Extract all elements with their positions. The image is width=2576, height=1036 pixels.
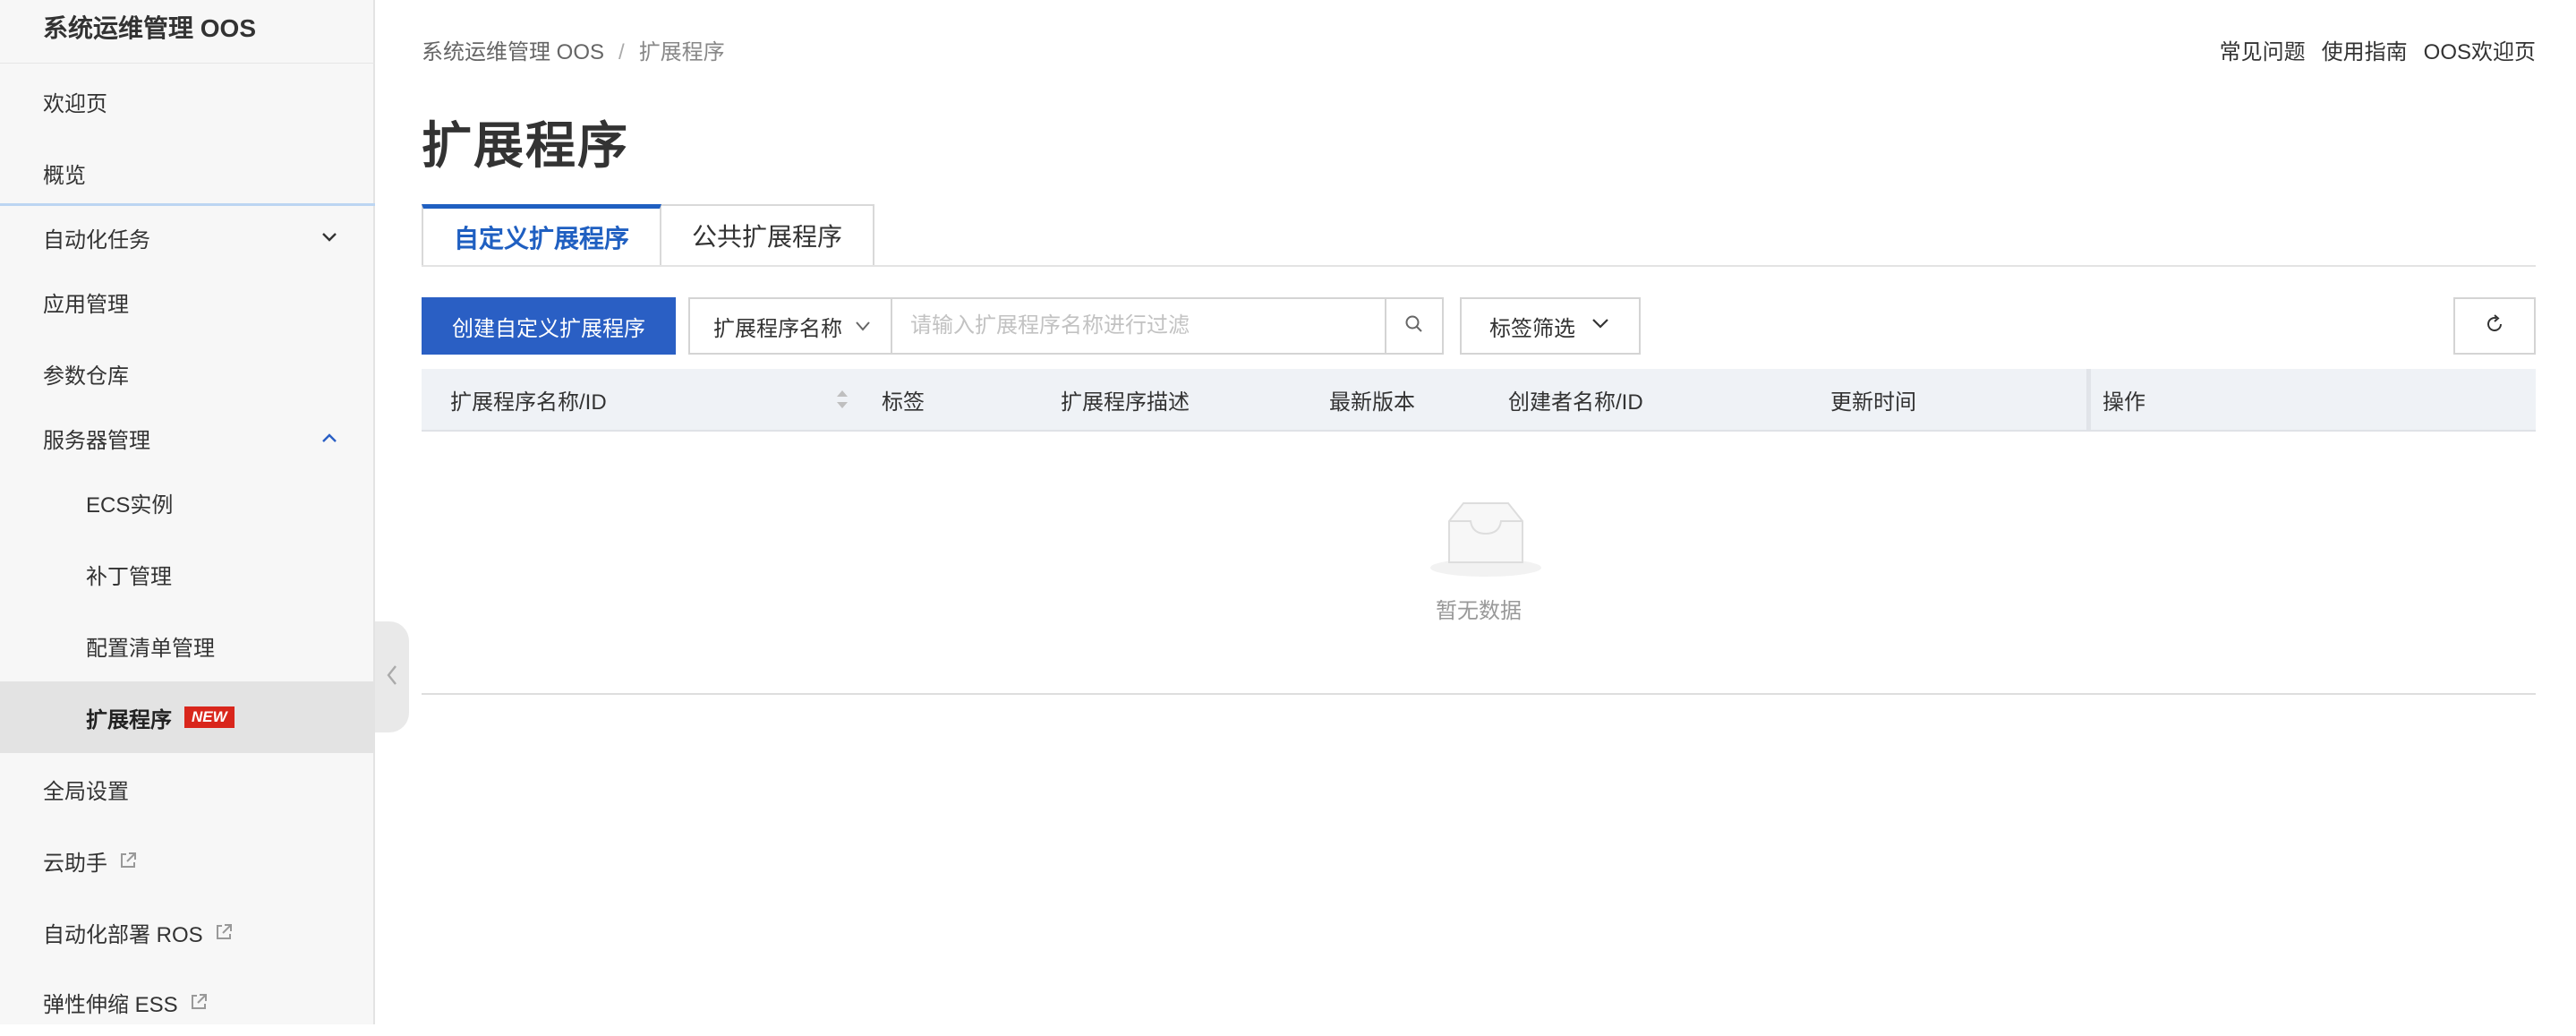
sidebar-item-server-management[interactable]: 服务器管理 — [0, 402, 373, 474]
filter-field-select[interactable]: 扩展程序名称 — [688, 297, 891, 355]
external-link-icon — [214, 922, 234, 942]
sidebar: 系统运维管理 OOS 欢迎页 概览 自动化任务 应用管理 参数仓库 服务器管理 … — [0, 0, 375, 1024]
refresh-button[interactable] — [2453, 297, 2536, 355]
column-header-name[interactable]: 扩展程序名称/ID — [450, 369, 607, 430]
tab-custom-extensions[interactable]: 自定义扩展程序 — [422, 204, 662, 267]
sidebar-item-welcome[interactable]: 欢迎页 — [0, 65, 373, 137]
column-header-description: 扩展程序描述 — [1061, 390, 1190, 415]
sidebar-item-label: 补丁管理 — [86, 564, 172, 589]
chevron-up-icon — [318, 426, 341, 450]
column-header-actions: 操作 — [2103, 390, 2145, 415]
main-content: 系统运维管理 OOS / 扩展程序 常见问题 使用指南 OOS欢迎页 扩展程序 自定… — [422, 0, 2536, 1024]
sidebar-item-global-settings[interactable]: 全局设置 — [0, 753, 373, 825]
sidebar-item-label: 扩展程序 — [86, 707, 172, 732]
sidebar-item-label: 概览 — [43, 163, 86, 188]
sidebar-item-label: 自动化任务 — [43, 227, 150, 253]
empty-state: 暂无数据 — [422, 433, 2536, 695]
tag-filter-dropdown[interactable]: 标签筛选 — [1460, 297, 1641, 355]
search-input[interactable] — [891, 297, 1386, 355]
sidebar-item-patch-management[interactable]: 补丁管理 — [0, 538, 373, 610]
search-icon — [1403, 313, 1425, 339]
sidebar-item-label: 配置清单管理 — [86, 636, 215, 661]
tabs-divider — [422, 265, 2536, 267]
breadcrumb: 系统运维管理 OOS / 扩展程序 — [422, 34, 725, 65]
brand-title: 系统运维管理 OOS — [43, 14, 257, 42]
sidebar-item-label: 弹性伸缩 ESS — [43, 992, 178, 1017]
sidebar-item-label: 参数仓库 — [43, 364, 129, 389]
sidebar-item-ess[interactable]: 弹性伸缩 ESS — [0, 968, 373, 1036]
top-links: 常见问题 使用指南 OOS欢迎页 — [2220, 34, 2536, 65]
faq-link[interactable]: 常见问题 — [2220, 34, 2306, 65]
column-header-tags: 标签 — [882, 390, 925, 415]
sidebar-item-parameter-store[interactable]: 参数仓库 — [0, 338, 373, 409]
chevron-down-icon — [853, 316, 873, 336]
sidebar-item-label: 服务器管理 — [43, 428, 150, 453]
new-badge: NEW — [184, 706, 235, 728]
sidebar-item-extensions[interactable]: 扩展程序 NEW — [0, 681, 373, 753]
breadcrumb-current: 扩展程序 — [638, 40, 725, 64]
table-header: 扩展程序名称/ID 标签 扩展程序描述 最新版本 创建者名称/ID 更新时间 操… — [422, 369, 2536, 432]
external-link-icon — [189, 992, 209, 1012]
page-title: 扩展程序 — [422, 117, 629, 174]
toolbar: 创建自定义扩展程序 扩展程序名称 标签筛选 — [422, 297, 2536, 355]
filter-field-value: 扩展程序名称 — [713, 316, 842, 341]
sidebar-item-label: 欢迎页 — [43, 91, 107, 116]
chevron-down-icon — [318, 226, 341, 249]
welcome-link[interactable]: OOS欢迎页 — [2424, 34, 2536, 65]
tab-bar: 自定义扩展程序 公共扩展程序 — [422, 204, 875, 267]
sidebar-item-app-management[interactable]: 应用管理 — [0, 266, 373, 338]
search-button[interactable] — [1385, 297, 1444, 355]
chevron-down-icon — [1590, 313, 1611, 340]
tab-label: 自定义扩展程序 — [454, 224, 630, 253]
column-header-latest-version: 最新版本 — [1329, 390, 1415, 415]
sort-icon[interactable] — [833, 385, 851, 414]
sidebar-item-ecs-instances[interactable]: ECS实例 — [0, 467, 373, 538]
refresh-icon — [2484, 313, 2505, 339]
sidebar-collapse-handle[interactable] — [375, 621, 409, 732]
chevron-left-icon — [384, 663, 400, 692]
tab-label: 公共扩展程序 — [692, 223, 843, 251]
sidebar-item-label: 自动化部署 ROS — [43, 922, 203, 947]
sidebar-item-inventory[interactable]: 配置清单管理 — [0, 610, 373, 681]
empty-box-icon — [1429, 501, 1542, 583]
external-link-icon — [118, 851, 138, 870]
sidebar-item-label: 应用管理 — [43, 292, 129, 317]
breadcrumb-separator: / — [618, 40, 625, 64]
empty-text: 暂无数据 — [1436, 599, 1522, 623]
column-header-creator: 创建者名称/ID — [1508, 390, 1643, 415]
tag-filter-label: 标签筛选 — [1489, 316, 1575, 341]
column-header-updated-time: 更新时间 — [1830, 390, 1916, 415]
sidebar-item-label: 云助手 — [43, 851, 107, 876]
sidebar-item-label: 全局设置 — [43, 779, 129, 804]
sidebar-item-label: ECS实例 — [86, 492, 174, 518]
sidebar-item-automation[interactable]: 自动化任务 — [0, 201, 373, 273]
sidebar-item-ros[interactable]: 自动化部署 ROS — [0, 896, 373, 968]
create-extension-button[interactable]: 创建自定义扩展程序 — [422, 297, 676, 355]
guide-link[interactable]: 使用指南 — [2322, 34, 2408, 65]
column-divider — [2086, 369, 2091, 430]
brand-divider — [0, 63, 375, 64]
sidebar-item-cloud-assistant[interactable]: 云助手 — [0, 825, 373, 896]
breadcrumb-root[interactable]: 系统运维管理 OOS — [422, 40, 604, 64]
sidebar-item-overview[interactable]: 概览 — [0, 137, 373, 209]
tab-public-extensions[interactable]: 公共扩展程序 — [661, 204, 875, 267]
